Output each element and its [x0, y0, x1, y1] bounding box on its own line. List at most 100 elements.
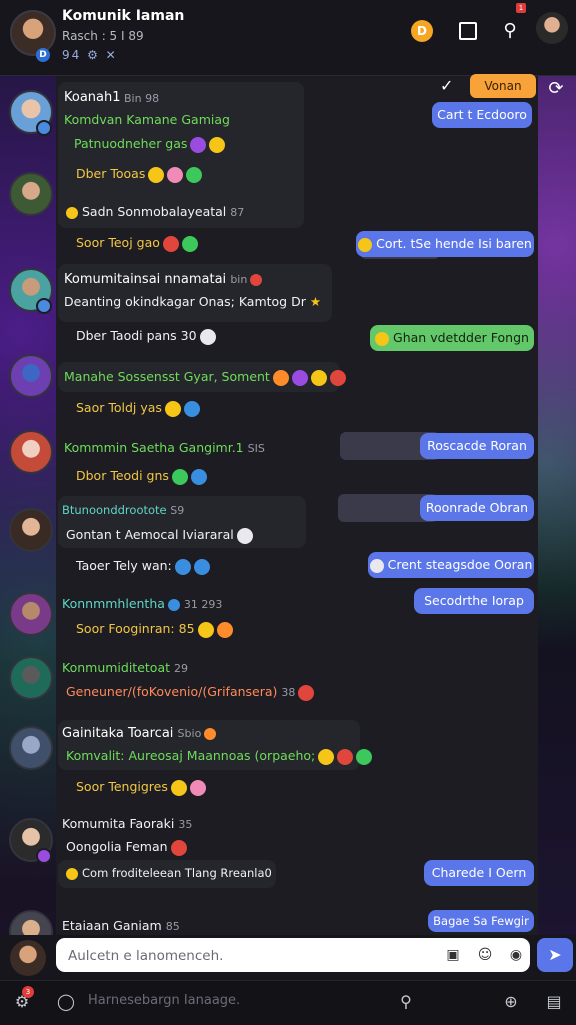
- message-author: Konmumiditetoat 29: [62, 660, 188, 675]
- emoji-icon: [171, 468, 188, 485]
- emoji-icon: [193, 558, 210, 575]
- message-author: Gainitaka Toarcai: [62, 726, 174, 741]
- emoji-icon: [272, 369, 289, 386]
- emoji-icon: [199, 328, 216, 345]
- message-author: Komumita Faoraki: [62, 816, 175, 831]
- message-author: Komumitainsai nnamatai: [64, 272, 227, 287]
- group-avatar[interactable]: [10, 10, 56, 56]
- sticker-icon[interactable]: ☺: [476, 946, 494, 964]
- message-text: Taoer Tely wan:: [76, 558, 210, 575]
- message-author: Kommmin Saetha Gangimr.1: [64, 440, 244, 455]
- message-meta: 85: [165, 920, 180, 933]
- outgoing-message[interactable]: Cart t Ecdooro: [432, 102, 532, 128]
- message-meta: 31 293: [183, 598, 223, 611]
- search-icon[interactable]: ⚲: [497, 18, 523, 44]
- message-text: Komvalit: Aureosaj Maannoas (orpaeho;: [66, 748, 373, 765]
- message-input[interactable]: [66, 938, 430, 974]
- emoji-icon: [170, 779, 187, 796]
- outgoing-message-text: Crent steagsdoe Ooran: [387, 557, 533, 572]
- emoji-icon: [209, 136, 226, 153]
- message-meta: S9: [170, 504, 185, 517]
- emoji-icon: [170, 839, 187, 856]
- outgoing-message[interactable]: Ghan vdetdder Fongn: [370, 325, 534, 351]
- check-icon[interactable]: ✓: [440, 76, 453, 95]
- emoji-icon: [197, 621, 214, 638]
- message-text: Komvalit: Aureosaj Maannoas (orpaeho;: [66, 748, 316, 763]
- message-author: Btunoonddrootote S9: [62, 503, 184, 517]
- avatar[interactable]: [9, 508, 53, 552]
- message-text: Dbor Teodi gns: [76, 468, 169, 483]
- outgoing-message[interactable]: Roonrade Obran: [420, 495, 534, 521]
- message-author: Etaiaan Ganiam: [62, 918, 162, 933]
- message-text: Manahe Sossensst Gyar, Soment: [64, 369, 346, 386]
- message-text: Oongolia Feman: [66, 839, 168, 854]
- avatar[interactable]: [9, 656, 53, 700]
- message-text: Geneuner/(foKovenio/(Grifansera): [66, 684, 278, 699]
- avatar-badge: [36, 120, 52, 136]
- outgoing-message[interactable]: Bagae Sa Fewgir: [428, 910, 534, 932]
- emoji-icon: [318, 748, 335, 765]
- emoji-icon: [375, 331, 390, 346]
- emoji-icon: [236, 527, 253, 544]
- message-text: Soor Tengigres: [76, 779, 168, 794]
- user-avatar[interactable]: [536, 12, 568, 44]
- chat-title[interactable]: Komunik Iaman: [62, 8, 184, 24]
- outgoing-message[interactable]: Cort. tSe hende Isi baren: [356, 231, 534, 257]
- camera-icon[interactable]: ◉: [507, 946, 525, 964]
- message-text: Saor Toldj yas: [76, 400, 200, 417]
- orange-action-button[interactable]: Vonan: [470, 74, 536, 98]
- message-author: Btunoonddrootote: [62, 503, 167, 517]
- avatar[interactable]: [9, 172, 53, 216]
- notification-badge: 1: [516, 3, 526, 13]
- message-text: Deanting okindkagar Onas; Kamtog Dr: [64, 294, 306, 309]
- avatar[interactable]: [9, 430, 53, 474]
- emoji-icon: [66, 206, 78, 219]
- avatar[interactable]: [9, 726, 53, 770]
- outgoing-message[interactable]: Secodrthe Iorap: [414, 588, 534, 614]
- emoji-icon: [250, 273, 263, 286]
- share-icon[interactable]: ⟳: [544, 78, 568, 100]
- message-meta: SIS: [247, 442, 265, 455]
- message-author: Konnmmhlentha: [62, 596, 165, 611]
- emoji-picker-icon[interactable]: ◯: [54, 990, 78, 1014]
- message-meta: Sbio: [177, 727, 202, 740]
- message-author: Etaiaan Ganiam 85: [62, 918, 180, 933]
- add-icon[interactable]: ⊕: [499, 990, 523, 1014]
- mic-icon[interactable]: ⚲: [394, 990, 418, 1014]
- message-author: Konmumiditetoat: [62, 660, 171, 675]
- message-meta: Bin 98: [124, 92, 160, 105]
- avatar[interactable]: [9, 354, 53, 398]
- menu-icon[interactable]: ▤: [542, 990, 566, 1014]
- window-icon[interactable]: [455, 18, 481, 44]
- message-meta: 38: [281, 686, 296, 699]
- emoji-icon: [162, 235, 179, 252]
- outgoing-message[interactable]: Roscacde Roran: [420, 433, 534, 459]
- header-icon-row: 94 ⚙ ✕: [62, 48, 118, 62]
- emoji-icon: [148, 166, 165, 183]
- message-input-box[interactable]: ▣ ☺ ◉: [56, 938, 530, 974]
- message-text: Gontan t Aemocal Iviararal: [66, 527, 234, 542]
- send-button[interactable]: ➤: [537, 938, 573, 972]
- outgoing-message[interactable]: Crent steagsdoe Ooran: [368, 552, 534, 578]
- coin-icon[interactable]: D: [411, 20, 433, 42]
- outgoing-message[interactable]: Charede I Oern: [424, 860, 534, 886]
- emoji-icon: [216, 621, 233, 638]
- message-author: Komumitainsai nnamatai bin: [64, 272, 263, 287]
- message-text: Komdvan Kamane Gamiag: [64, 112, 230, 127]
- header: D Komunik Iaman Rasch : 5 I 89 94 ⚙ ✕ D …: [0, 0, 576, 76]
- message-text: Com froditeleean Tlang Rreanla0: [66, 866, 272, 880]
- composer-avatar[interactable]: [10, 940, 46, 976]
- emoji-icon: [183, 400, 200, 417]
- message-meta: 87: [230, 206, 245, 219]
- bottom-input-placeholder[interactable]: Harnesebargn Ianaage.: [88, 993, 240, 1008]
- outgoing-message-text: Cort. tSe hende Isi baren: [376, 236, 532, 251]
- message-text: Soor Teoj gao: [76, 235, 198, 252]
- avatar[interactable]: [9, 592, 53, 636]
- message-text: Manahe Sossensst Gyar, Soment: [64, 369, 270, 384]
- image-icon[interactable]: ▣: [444, 946, 462, 964]
- message-text: Dber Tooas: [76, 166, 146, 181]
- message-text: Dber Taodi pans 30: [76, 328, 197, 343]
- message-meta: bin: [230, 273, 248, 286]
- emoji-icon: [204, 727, 217, 740]
- group-badge: D: [36, 48, 50, 62]
